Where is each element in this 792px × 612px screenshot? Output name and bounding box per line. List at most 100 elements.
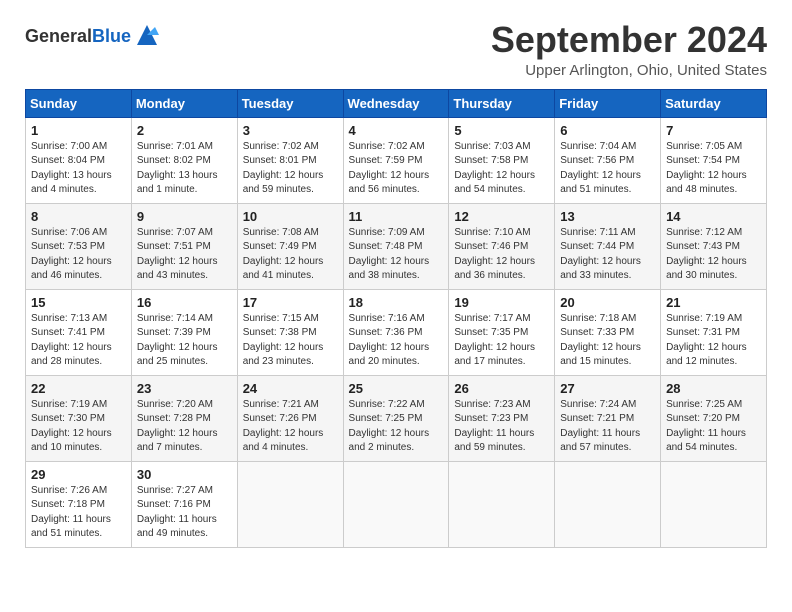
weekday-header-saturday: Saturday [661, 89, 767, 117]
day-number: 21 [666, 295, 761, 310]
day-number: 2 [137, 123, 232, 138]
calendar-cell [343, 461, 449, 547]
day-info: Sunrise: 7:08 AMSunset: 7:49 PMDaylight:… [243, 226, 338, 284]
calendar-cell: 21 Sunrise: 7:19 AMSunset: 7:31 PMDayligh… [661, 289, 767, 375]
calendar-cell: 7 Sunrise: 7:05 AMSunset: 7:54 PMDaylight… [661, 117, 767, 203]
day-info: Sunrise: 7:19 AMSunset: 7:30 PMDaylight:… [31, 398, 126, 456]
day-number: 13 [560, 209, 655, 224]
day-number: 7 [666, 123, 761, 138]
day-info: Sunrise: 7:06 AMSunset: 7:53 PMDaylight:… [31, 226, 126, 284]
day-info: Sunrise: 7:07 AMSunset: 7:51 PMDaylight:… [137, 226, 232, 284]
logo-blue: Blue [92, 26, 131, 46]
calendar-cell: 28 Sunrise: 7:25 AMSunset: 7:20 PMDayligh… [661, 375, 767, 461]
day-info: Sunrise: 7:16 AMSunset: 7:36 PMDaylight:… [349, 312, 444, 370]
day-info: Sunrise: 7:11 AMSunset: 7:44 PMDaylight:… [560, 226, 655, 284]
day-number: 14 [666, 209, 761, 224]
calendar-cell [661, 461, 767, 547]
calendar-cell: 6 Sunrise: 7:04 AMSunset: 7:56 PMDaylight… [555, 117, 661, 203]
day-info: Sunrise: 7:03 AMSunset: 7:58 PMDaylight:… [454, 140, 549, 198]
day-number: 19 [454, 295, 549, 310]
day-number: 15 [31, 295, 126, 310]
calendar-week-row: 1 Sunrise: 7:00 AMSunset: 8:04 PMDaylight… [26, 117, 767, 203]
day-info: Sunrise: 7:26 AMSunset: 7:18 PMDaylight:… [31, 484, 126, 542]
calendar-cell: 27Sunrise: 7:24 AMSunset: 7:21 PMDayligh… [555, 375, 661, 461]
day-number: 4 [349, 123, 444, 138]
day-number: 22 [31, 381, 126, 396]
calendar-cell: 18 Sunrise: 7:16 AMSunset: 7:36 PMDayligh… [343, 289, 449, 375]
day-info: Sunrise: 7:00 AMSunset: 8:04 PMDaylight:… [31, 140, 126, 198]
day-number: 20 [560, 295, 655, 310]
day-number: 23 [137, 381, 232, 396]
weekday-header-row: SundayMondayTuesdayWednesdayThursdayFrid… [26, 89, 767, 117]
day-number: 8 [31, 209, 126, 224]
day-number: 11 [349, 209, 444, 224]
calendar-cell: 22 Sunrise: 7:19 AMSunset: 7:30 PMDayligh… [26, 375, 132, 461]
calendar-cell: 30Sunrise: 7:27 AMSunset: 7:16 PMDayligh… [131, 461, 237, 547]
day-info: Sunrise: 7:23 AMSunset: 7:23 PMDaylight:… [454, 398, 549, 456]
day-number: 29 [31, 467, 126, 482]
calendar-cell: 9 Sunrise: 7:07 AMSunset: 7:51 PMDaylight… [131, 203, 237, 289]
logo-icon [133, 21, 161, 49]
title-area: September 2024 Upper Arlington, Ohio, Un… [491, 20, 767, 79]
day-number: 3 [243, 123, 338, 138]
calendar-cell: 23 Sunrise: 7:20 AMSunset: 7:28 PMDayligh… [131, 375, 237, 461]
weekday-header-sunday: Sunday [26, 89, 132, 117]
day-info: Sunrise: 7:05 AMSunset: 7:54 PMDaylight:… [666, 140, 761, 198]
weekday-header-friday: Friday [555, 89, 661, 117]
calendar-week-row: 15 Sunrise: 7:13 AMSunset: 7:41 PMDayligh… [26, 289, 767, 375]
weekday-header-thursday: Thursday [449, 89, 555, 117]
day-info: Sunrise: 7:15 AMSunset: 7:38 PMDaylight:… [243, 312, 338, 370]
weekday-header-tuesday: Tuesday [237, 89, 343, 117]
calendar-cell: 8 Sunrise: 7:06 AMSunset: 7:53 PMDaylight… [26, 203, 132, 289]
calendar-cell: 2 Sunrise: 7:01 AMSunset: 8:02 PMDaylight… [131, 117, 237, 203]
calendar-title: September 2024 [491, 20, 767, 60]
day-number: 10 [243, 209, 338, 224]
day-number: 17 [243, 295, 338, 310]
day-info: Sunrise: 7:04 AMSunset: 7:56 PMDaylight:… [560, 140, 655, 198]
logo-general: General [25, 26, 92, 46]
day-info: Sunrise: 7:19 AMSunset: 7:31 PMDaylight:… [666, 312, 761, 370]
day-info: Sunrise: 7:01 AMSunset: 8:02 PMDaylight:… [137, 140, 232, 198]
day-info: Sunrise: 7:14 AMSunset: 7:39 PMDaylight:… [137, 312, 232, 370]
calendar-cell: 26 Sunrise: 7:23 AMSunset: 7:23 PMDayligh… [449, 375, 555, 461]
day-number: 18 [349, 295, 444, 310]
calendar-cell: 4 Sunrise: 7:02 AMSunset: 7:59 PMDaylight… [343, 117, 449, 203]
day-number: 6 [560, 123, 655, 138]
day-info: Sunrise: 7:02 AMSunset: 7:59 PMDaylight:… [349, 140, 444, 198]
calendar-week-row: 22 Sunrise: 7:19 AMSunset: 7:30 PMDayligh… [26, 375, 767, 461]
weekday-header-monday: Monday [131, 89, 237, 117]
calendar-cell: 1 Sunrise: 7:00 AMSunset: 8:04 PMDaylight… [26, 117, 132, 203]
day-info: Sunrise: 7:22 AMSunset: 7:25 PMDaylight:… [349, 398, 444, 456]
calendar-cell: 11 Sunrise: 7:09 AMSunset: 7:48 PMDayligh… [343, 203, 449, 289]
day-info: Sunrise: 7:21 AMSunset: 7:26 PMDaylight:… [243, 398, 338, 456]
calendar-cell: 15 Sunrise: 7:13 AMSunset: 7:41 PMDayligh… [26, 289, 132, 375]
calendar-cell: 24 Sunrise: 7:21 AMSunset: 7:26 PMDayligh… [237, 375, 343, 461]
page-header: GeneralBlue September 2024 Upper Arlingt… [25, 20, 767, 79]
day-number: 1 [31, 123, 126, 138]
calendar-cell: 25Sunrise: 7:22 AMSunset: 7:25 PMDayligh… [343, 375, 449, 461]
day-info: Sunrise: 7:12 AMSunset: 7:43 PMDaylight:… [666, 226, 761, 284]
day-info: Sunrise: 7:25 AMSunset: 7:20 PMDaylight:… [666, 398, 761, 456]
calendar-cell: 29 Sunrise: 7:26 AMSunset: 7:18 PMDayligh… [26, 461, 132, 547]
day-number: 24 [243, 381, 338, 396]
calendar-cell [449, 461, 555, 547]
calendar-cell: 13 Sunrise: 7:11 AMSunset: 7:44 PMDayligh… [555, 203, 661, 289]
calendar-cell: 10 Sunrise: 7:08 AMSunset: 7:49 PMDayligh… [237, 203, 343, 289]
calendar-cell: 12 Sunrise: 7:10 AMSunset: 7:46 PMDayligh… [449, 203, 555, 289]
weekday-header-wednesday: Wednesday [343, 89, 449, 117]
day-info: Sunrise: 7:10 AMSunset: 7:46 PMDaylight:… [454, 226, 549, 284]
day-info: Sunrise: 7:02 AMSunset: 8:01 PMDaylight:… [243, 140, 338, 198]
calendar-week-row: 29 Sunrise: 7:26 AMSunset: 7:18 PMDayligh… [26, 461, 767, 547]
day-number: 12 [454, 209, 549, 224]
day-info: Sunrise: 7:18 AMSunset: 7:33 PMDaylight:… [560, 312, 655, 370]
day-number: 27 [560, 381, 655, 396]
day-info: Sunrise: 7:13 AMSunset: 7:41 PMDaylight:… [31, 312, 126, 370]
day-info: Sunrise: 7:20 AMSunset: 7:28 PMDaylight:… [137, 398, 232, 456]
day-info: Sunrise: 7:09 AMSunset: 7:48 PMDaylight:… [349, 226, 444, 284]
day-number: 28 [666, 381, 761, 396]
day-number: 16 [137, 295, 232, 310]
calendar-cell: 19Sunrise: 7:17 AMSunset: 7:35 PMDayligh… [449, 289, 555, 375]
calendar-cell [237, 461, 343, 547]
day-number: 26 [454, 381, 549, 396]
day-number: 9 [137, 209, 232, 224]
